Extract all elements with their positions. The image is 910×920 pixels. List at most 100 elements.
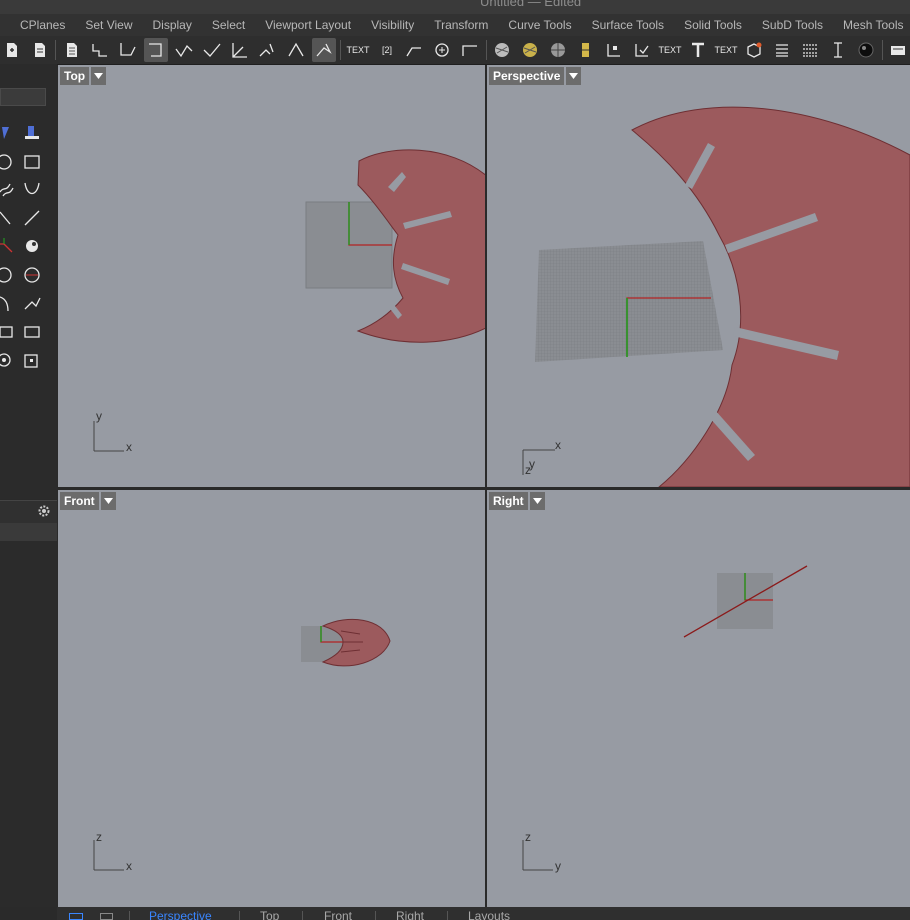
tab-cplanes[interactable]: CPlanes	[0, 18, 75, 32]
tab-curve-tools[interactable]: Curve Tools	[498, 18, 581, 32]
circle-plus-icon[interactable]	[430, 38, 454, 62]
single-view-layout-icon[interactable]	[100, 913, 113, 920]
new-document-icon[interactable]	[0, 38, 24, 62]
fillet-icon[interactable]	[284, 38, 308, 62]
command-input[interactable]	[0, 88, 46, 106]
axis-label-x: x	[126, 440, 132, 454]
viewport-top[interactable]: Top y x	[58, 65, 485, 487]
status-tab-layouts[interactable]: Layouts	[468, 909, 510, 920]
command-toolbar: TEXT [2] TEXT TEXT	[0, 36, 910, 65]
dropdown-arrow-icon[interactable]	[529, 492, 545, 510]
text-tool-button[interactable]: TEXT	[345, 38, 371, 62]
dropdown-arrow-icon[interactable]	[566, 67, 582, 85]
dimension-tool-button[interactable]: [2]	[374, 38, 400, 62]
sphere-mesh-icon[interactable]	[546, 38, 570, 62]
line-tool-icon[interactable]	[0, 208, 20, 228]
axis-label-y: y	[555, 859, 561, 873]
radius-icon[interactable]	[256, 38, 280, 62]
axis-tool-icon[interactable]	[0, 236, 20, 256]
layers-panel-header	[0, 500, 57, 524]
tab-mesh-tools[interactable]: Mesh Tools	[833, 18, 910, 32]
axis-label-y: y	[96, 409, 102, 423]
viewport-perspective-name[interactable]: Perspective	[489, 67, 565, 85]
render-sphere-icon[interactable]	[854, 38, 878, 62]
viewport-top-name[interactable]: Top	[60, 67, 90, 85]
layers-panel-body	[0, 541, 57, 907]
dimension-vertical-icon[interactable]	[826, 38, 850, 62]
print-icon[interactable]	[886, 38, 910, 62]
viewport-front-label: Front	[60, 492, 116, 510]
tab-display[interactable]: Display	[143, 18, 202, 32]
title-bar: Untitled — Edited	[0, 0, 910, 14]
table-icon[interactable]	[798, 38, 822, 62]
box-tool-icon[interactable]	[0, 322, 20, 342]
split-tool-icon[interactable]	[22, 294, 42, 314]
bolt-icon[interactable]	[574, 38, 598, 62]
sphere-yellow-icon[interactable]	[518, 38, 542, 62]
dropdown-arrow-icon[interactable]	[91, 67, 107, 85]
new-from-template-icon[interactable]	[28, 38, 52, 62]
left-tool-palette	[0, 64, 57, 499]
text-object-button[interactable]: TEXT	[657, 38, 683, 62]
layers-panel-row[interactable]	[0, 523, 57, 541]
arc-tool-icon[interactable]	[0, 265, 20, 285]
viewport-perspective[interactable]: Perspective x y z	[487, 65, 910, 487]
window-title: Untitled — Edited	[480, 0, 582, 9]
sphere-icon[interactable]	[490, 38, 514, 62]
diagonal-line-icon[interactable]	[22, 208, 42, 228]
toolbar-tab-bar: CPlanes Set View Display Select Viewport…	[0, 14, 910, 37]
document-icon[interactable]	[60, 38, 84, 62]
rectangle-tool-icon[interactable]	[22, 152, 42, 172]
plane-tool-icon[interactable]	[0, 123, 20, 143]
axis-label-z: z	[96, 830, 102, 844]
viewport-right[interactable]: Right z y	[487, 490, 910, 907]
tab-surface-tools[interactable]: Surface Tools	[582, 18, 675, 32]
line-icon[interactable]	[116, 38, 140, 62]
status-tab-front[interactable]: Front	[324, 909, 352, 920]
polyline-icon[interactable]	[88, 38, 112, 62]
gear-icon[interactable]	[37, 504, 51, 518]
tab-visibility[interactable]: Visibility	[361, 18, 424, 32]
gear-small-icon[interactable]	[0, 350, 20, 370]
tab-set-view[interactable]: Set View	[75, 18, 142, 32]
check-points-icon[interactable]	[630, 38, 654, 62]
cube-icon[interactable]	[742, 38, 766, 62]
status-tab-right[interactable]: Right	[396, 909, 424, 920]
circle-tool-icon[interactable]	[0, 152, 20, 172]
parabola-tool-icon[interactable]	[22, 180, 42, 200]
point-on-sphere-icon[interactable]	[22, 236, 42, 256]
four-view-layout-icon[interactable]	[69, 913, 83, 920]
tab-viewport-layout[interactable]: Viewport Layout	[255, 18, 361, 32]
points-icon[interactable]	[602, 38, 626, 62]
text-tool-icon[interactable]	[686, 38, 710, 62]
box-points-icon[interactable]	[22, 322, 42, 342]
dropdown-arrow-icon[interactable]	[100, 492, 116, 510]
curve-tool-icon[interactable]	[0, 180, 20, 200]
viewport-right-name[interactable]: Right	[489, 492, 528, 510]
axis-label-z: z	[525, 463, 531, 477]
tab-solid-tools[interactable]: Solid Tools	[674, 18, 752, 32]
viewport-tab-bar: Perspective Top Front Right Layouts	[57, 907, 910, 920]
curve-icon[interactable]	[144, 38, 168, 62]
trim-tool-icon[interactable]	[0, 294, 20, 314]
rebuild-icon[interactable]	[312, 38, 336, 62]
square-target-icon[interactable]	[22, 350, 42, 370]
leader-icon[interactable]	[402, 38, 426, 62]
layers-list-icon[interactable]	[770, 38, 794, 62]
axis-label-x: x	[555, 438, 561, 452]
spline-icon[interactable]	[200, 38, 224, 62]
axis-label-z: z	[525, 830, 531, 844]
text-mirror-button[interactable]: TEXT	[713, 38, 739, 62]
status-tab-top[interactable]: Top	[260, 909, 279, 920]
viewport-front-name[interactable]: Front	[60, 492, 99, 510]
pin-tool-icon[interactable]	[22, 123, 42, 143]
angle-45-icon[interactable]	[228, 38, 252, 62]
status-tab-perspective[interactable]: Perspective	[149, 909, 212, 920]
tab-select[interactable]: Select	[202, 18, 255, 32]
circle-red-icon[interactable]	[22, 265, 42, 285]
tab-transform[interactable]: Transform	[424, 18, 498, 32]
viewport-front[interactable]: Front z x	[58, 490, 485, 907]
tab-subd-tools[interactable]: SubD Tools	[752, 18, 833, 32]
hatch-icon[interactable]	[458, 38, 482, 62]
arc-icon[interactable]	[172, 38, 196, 62]
